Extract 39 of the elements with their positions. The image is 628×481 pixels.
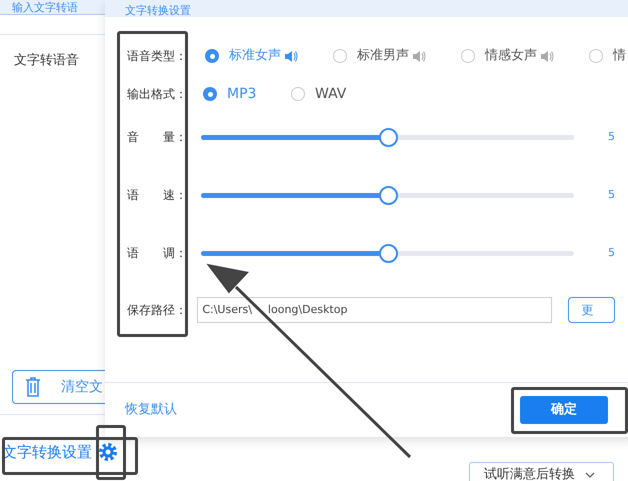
radio-label[interactable]: 情 <box>613 46 626 66</box>
sidebar-item[interactable]: 文字转语音 <box>14 51 79 70</box>
slider-value: 5 <box>608 244 615 261</box>
radio-button[interactable] <box>333 49 347 63</box>
speaker-icon[interactable] <box>285 50 298 62</box>
field-label: 保存路径： <box>127 302 188 319</box>
field-label: 输出格式： <box>127 86 188 103</box>
radio-label[interactable]: MP3 <box>227 84 256 104</box>
tab-label[interactable]: 输入文字转语 <box>12 2 78 14</box>
path-text: loong\Desktop <box>268 302 348 318</box>
field-label: 语 速： <box>127 187 188 204</box>
radio-button[interactable] <box>291 87 305 101</box>
path-field[interactable]: C:\Users\ loong\Desktop <box>197 297 552 323</box>
radio-label[interactable]: 标准女声 <box>229 46 281 66</box>
radio-button[interactable] <box>205 49 219 63</box>
radio-label[interactable]: WAV <box>315 84 346 104</box>
path-text: C:\Users\ <box>202 302 252 318</box>
speaker-icon[interactable] <box>413 50 426 62</box>
chevron-icon <box>585 472 595 478</box>
dialog-title: 文字转换设置 <box>125 5 191 17</box>
slider-thumb[interactable] <box>378 128 398 146</box>
field-label: 语音类型： <box>127 48 188 65</box>
field-label: 语 调： <box>127 245 188 262</box>
slider-value: 5 <box>608 128 615 145</box>
slider-value: 5 <box>608 186 615 203</box>
radio-button[interactable] <box>461 49 475 63</box>
radio-button[interactable] <box>203 87 217 101</box>
slider-thumb[interactable] <box>378 244 398 262</box>
change-button[interactable]: 更 <box>568 297 615 323</box>
speaker-icon[interactable] <box>541 50 554 62</box>
slider-thumb[interactable] <box>378 186 398 204</box>
radio-button[interactable] <box>589 49 603 63</box>
radio-label[interactable]: 情感女声 <box>485 46 537 66</box>
trash-icon <box>25 377 41 397</box>
field-label: 音 量： <box>127 129 188 146</box>
settings-icon[interactable] <box>98 442 118 462</box>
ok-button[interactable]: 确定 <box>520 396 608 424</box>
radio-label[interactable]: 标准男声 <box>357 46 409 66</box>
preview-button[interactable]: 试听满意后转换 <box>469 462 614 481</box>
